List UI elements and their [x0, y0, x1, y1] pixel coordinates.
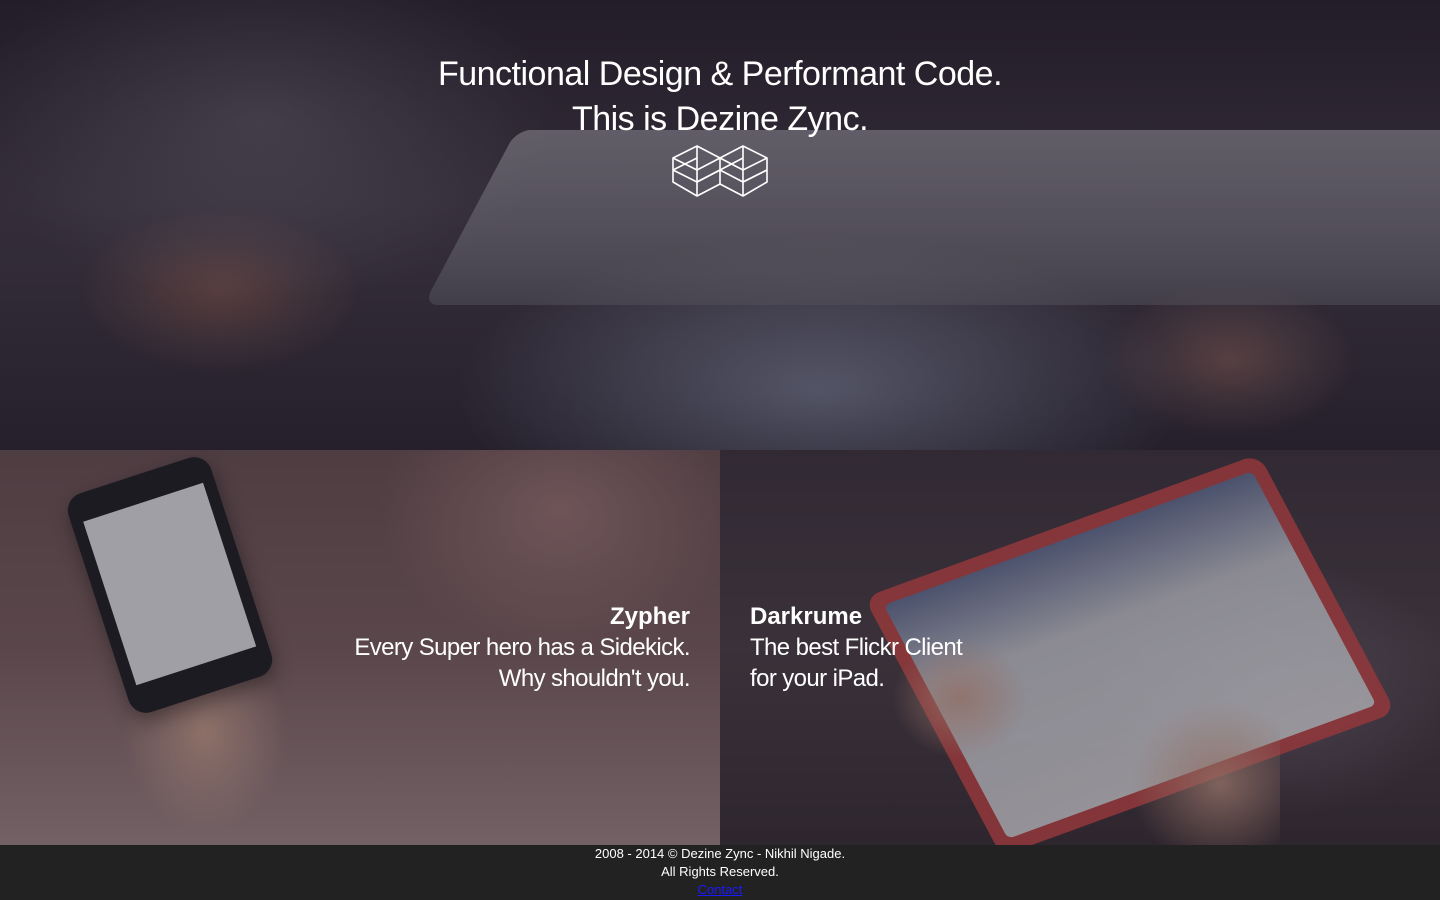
project-tagline-line-1: The best Flickr Client	[750, 634, 963, 661]
project-tagline-line-1: Every Super hero has a Sidekick.	[354, 634, 690, 661]
project-tagline: Every Super hero has a Sidekick. Why sho…	[354, 632, 690, 694]
project-name: Darkrume	[750, 603, 863, 630]
hero-title-line-1: Functional Design & Performant Code.	[437, 55, 1003, 93]
project-tagline-line-2: for your iPad.	[750, 665, 885, 692]
page-footer: 2008 - 2014 © Dezine Zync - Nikhil Nigad…	[0, 845, 1440, 900]
project-tile-zypher[interactable]: Zypher Every Super hero has a Sidekick. …	[0, 450, 720, 845]
project-text: Darkrume The best Flickr Client for your…	[750, 602, 963, 694]
hero-section: Functional Design & Performant Code. Thi…	[0, 0, 1440, 450]
project-tagline-line-2: Why shouldn't you.	[498, 665, 691, 692]
hero-headline: Functional Design & Performant Code. Thi…	[0, 52, 1440, 142]
project-text: Zypher Every Super hero has a Sidekick. …	[354, 602, 690, 694]
project-tile-darkrume[interactable]: Darkrume The best Flickr Client for your…	[720, 450, 1440, 845]
footer-copyright: 2008 - 2014 © Dezine Zync - Nikhil Nigad…	[594, 846, 846, 861]
project-name: Zypher	[609, 603, 690, 630]
project-tagline: The best Flickr Client for your iPad.	[750, 632, 963, 694]
wireframe-cube-logo-icon	[672, 145, 768, 197]
contact-link[interactable]: Contact	[698, 882, 743, 897]
hero-title-line-2: This is Dezine Zync.	[571, 100, 869, 138]
footer-rights: All Rights Reserved.	[661, 864, 779, 879]
